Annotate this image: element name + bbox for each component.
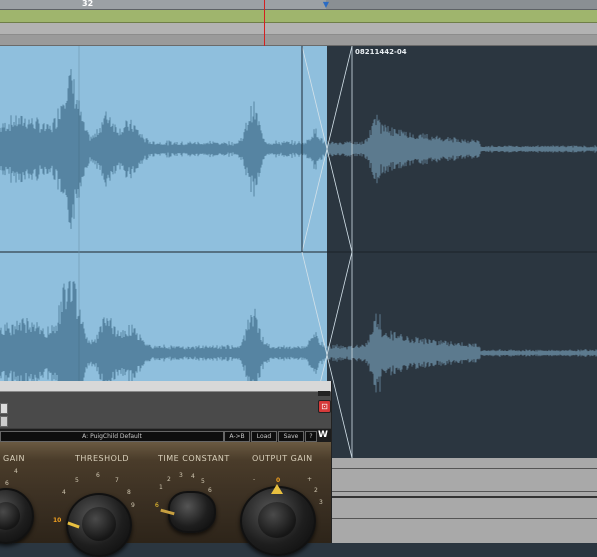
ruler-selection-range[interactable] bbox=[0, 0, 326, 9]
tempo-ruler[interactable] bbox=[0, 23, 597, 35]
plugin-titlebar[interactable] bbox=[0, 381, 331, 392]
time-constant-position[interactable]: 1 bbox=[159, 484, 163, 491]
time-constant-position[interactable]: 3 bbox=[179, 472, 183, 479]
threshold-scale-mark: 5 bbox=[75, 477, 79, 484]
output-scale-zero: 0 bbox=[276, 477, 281, 484]
time-constant-position[interactable]: 4 bbox=[191, 473, 195, 480]
output-scale-plus: + bbox=[307, 476, 313, 483]
playhead-line bbox=[264, 0, 265, 46]
output-scale-mark: 2 bbox=[314, 487, 318, 494]
track-divider bbox=[330, 491, 597, 492]
output-gain-knob[interactable] bbox=[240, 484, 316, 556]
threshold-knob[interactable] bbox=[66, 493, 132, 557]
waves-logo-icon[interactable]: W bbox=[318, 430, 330, 441]
load-button[interactable]: Load bbox=[251, 431, 277, 442]
track-divider bbox=[330, 518, 597, 519]
header-strip bbox=[318, 391, 330, 396]
threshold-scale-mark: 7 bbox=[115, 477, 119, 484]
compare-ab-button[interactable]: A->B bbox=[224, 431, 250, 442]
plugin-close-button[interactable]: ⊡ bbox=[318, 400, 331, 413]
output-gain-label: OUTPUT GAIN bbox=[252, 454, 313, 463]
threshold-scale-mark: 6 bbox=[96, 472, 100, 479]
threshold-scale-mark: 9 bbox=[131, 502, 135, 509]
track-divider bbox=[330, 496, 597, 498]
gain-label: GAIN bbox=[3, 454, 26, 463]
threshold-label: THRESHOLD bbox=[75, 454, 130, 463]
preset-selector[interactable] bbox=[0, 416, 8, 427]
playhead-marker-icon[interactable]: ▼ bbox=[322, 0, 330, 9]
threshold-scale-mark: 8 bbox=[127, 489, 131, 496]
time-constant-selected: 6 bbox=[155, 502, 159, 509]
output-gain-pointer-icon bbox=[271, 484, 283, 494]
time-constant-position[interactable]: 6 bbox=[208, 487, 212, 494]
insert-selector[interactable] bbox=[0, 403, 8, 414]
time-constant-position[interactable]: 5 bbox=[201, 478, 205, 485]
preset-name-field[interactable]: A: PuigChild Default bbox=[0, 431, 224, 442]
plugin-header bbox=[0, 392, 331, 428]
threshold-scale-mark: 4 bbox=[62, 489, 66, 496]
output-scale-mark: 3 bbox=[319, 499, 323, 506]
track-divider bbox=[330, 468, 597, 469]
threshold-scale-low: 10 bbox=[53, 517, 62, 524]
time-constant-label: TIME CONSTANT bbox=[158, 454, 230, 463]
gain-scale-mark: 6 bbox=[5, 480, 9, 487]
save-button[interactable]: Save bbox=[278, 431, 304, 442]
help-button[interactable]: ? bbox=[305, 431, 317, 442]
time-constant-position[interactable]: 2 bbox=[167, 476, 171, 483]
gain-scale-mark: 4 bbox=[14, 468, 18, 475]
bar-number: 32 bbox=[82, 0, 94, 8]
marker-ruler[interactable] bbox=[0, 10, 597, 23]
clip-name[interactable]: 08211442-04 bbox=[355, 48, 407, 56]
output-scale-minus: - bbox=[253, 476, 256, 483]
meter-ruler[interactable] bbox=[0, 35, 597, 46]
plugin-window[interactable]: ⊡ A: PuigChild Default A->B Load Save ? … bbox=[0, 381, 332, 557]
time-constant-selector-knob[interactable] bbox=[160, 491, 216, 533]
